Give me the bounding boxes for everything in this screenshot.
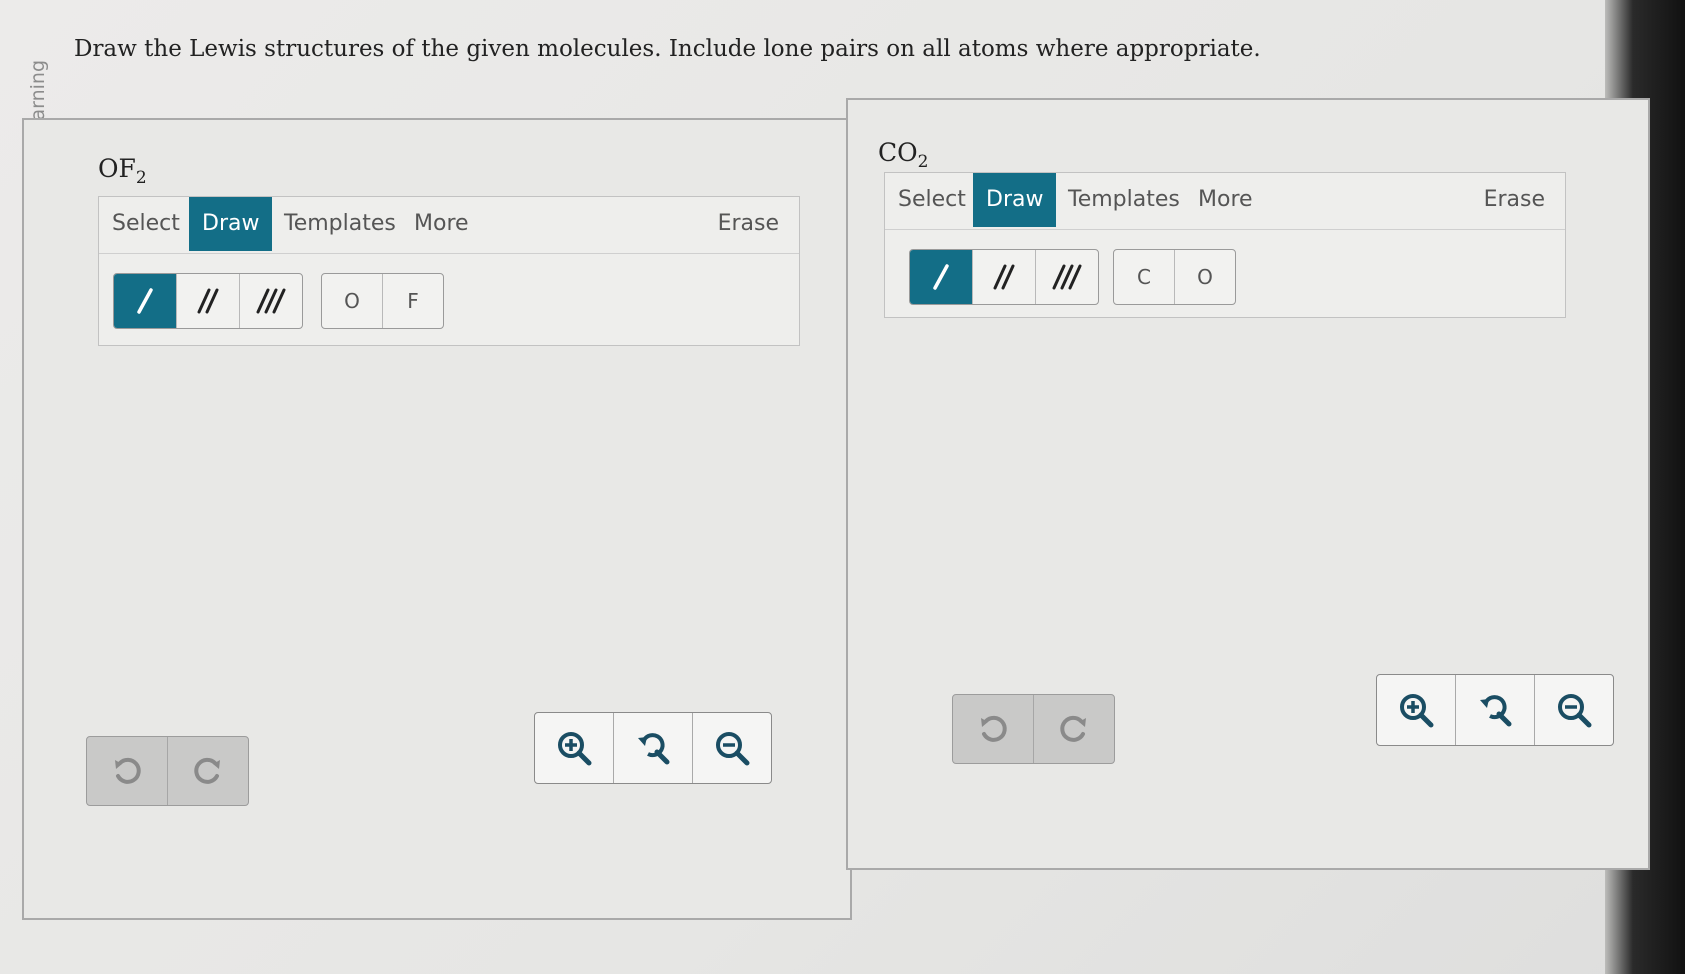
page: © Macmillan Learning Draw the Lewis stru…	[0, 0, 1685, 974]
drawing-toolbar: Select Draw Templates More Erase C O	[884, 172, 1566, 318]
undo-icon	[115, 757, 141, 784]
tab-templates[interactable]: Templates	[1055, 173, 1193, 227]
redo-button[interactable]	[168, 737, 248, 805]
bond-tools	[113, 273, 303, 329]
molecule-label: CO2	[878, 138, 928, 172]
triple-bond-icon	[256, 288, 286, 314]
zoom-in-button[interactable]	[535, 713, 614, 783]
single-bond-icon	[137, 288, 153, 314]
molecule-subscript: 2	[917, 152, 929, 172]
zoom-in-icon	[1400, 694, 1434, 728]
zoom-controls	[1376, 674, 1614, 746]
zoom-reset-button[interactable]	[1456, 675, 1535, 745]
zoom-controls	[534, 712, 772, 784]
triple-bond-button[interactable]	[240, 274, 302, 328]
redo-icon	[194, 757, 220, 784]
double-bond-button[interactable]	[177, 274, 240, 328]
tab-draw[interactable]: Draw	[189, 197, 273, 251]
tab-select[interactable]: Select	[885, 173, 979, 227]
zoom-out-button[interactable]	[693, 713, 771, 783]
undo-button[interactable]	[953, 695, 1034, 763]
atom-f-button[interactable]: F	[383, 274, 443, 328]
zoom-out-icon	[1558, 694, 1592, 728]
triple-bond-icon	[1052, 264, 1082, 290]
molecule-subscript: 2	[135, 168, 147, 188]
atom-tools: C O	[1113, 249, 1236, 305]
redo-button[interactable]	[1034, 695, 1114, 763]
tab-more[interactable]: More	[1185, 173, 1266, 227]
molecule-formula: OF	[98, 154, 136, 183]
zoom-reset-button[interactable]	[614, 713, 693, 783]
atom-tools: O F	[321, 273, 444, 329]
double-bond-icon	[197, 288, 219, 314]
zoom-in-icon	[558, 732, 592, 766]
zoom-reset-icon	[638, 733, 670, 765]
bond-tools	[909, 249, 1099, 305]
double-bond-icon	[993, 264, 1015, 290]
tab-select[interactable]: Select	[99, 197, 193, 251]
drawing-toolbar: Select Draw Templates More Erase O F	[98, 196, 800, 346]
zoom-out-icon	[716, 732, 750, 766]
zoom-reset-icon	[1480, 695, 1512, 727]
undo-button[interactable]	[87, 737, 168, 805]
undo-icon	[981, 715, 1007, 742]
atom-o-button[interactable]: O	[322, 274, 383, 328]
single-bond-button[interactable]	[910, 250, 973, 304]
history-controls	[952, 694, 1115, 764]
atom-o-button[interactable]: O	[1175, 250, 1235, 304]
molecule-formula: CO	[878, 138, 918, 167]
drawing-panel-co2[interactable]: CO2 Select Draw Templates More Erase C O	[846, 98, 1650, 870]
single-bond-icon	[933, 264, 949, 290]
toolbar-tabs: Select Draw Templates More Erase	[885, 173, 1565, 230]
erase-button[interactable]: Erase	[1484, 173, 1545, 227]
toolbar-tabs: Select Draw Templates More Erase	[99, 197, 799, 254]
double-bond-button[interactable]	[973, 250, 1036, 304]
single-bond-button[interactable]	[114, 274, 177, 328]
history-controls	[86, 736, 249, 806]
erase-button[interactable]: Erase	[718, 197, 779, 251]
drawing-panel-of2[interactable]: OF2 Select Draw Templates More Erase O F	[22, 118, 852, 920]
zoom-in-button[interactable]	[1377, 675, 1456, 745]
zoom-out-button[interactable]	[1535, 675, 1613, 745]
triple-bond-button[interactable]	[1036, 250, 1098, 304]
molecule-label: OF2	[98, 154, 147, 188]
tab-draw[interactable]: Draw	[973, 173, 1057, 227]
redo-icon	[1060, 715, 1086, 742]
tab-more[interactable]: More	[401, 197, 482, 251]
question-instruction: Draw the Lewis structures of the given m…	[74, 36, 1261, 62]
tab-templates[interactable]: Templates	[271, 197, 409, 251]
atom-c-button[interactable]: C	[1114, 250, 1175, 304]
